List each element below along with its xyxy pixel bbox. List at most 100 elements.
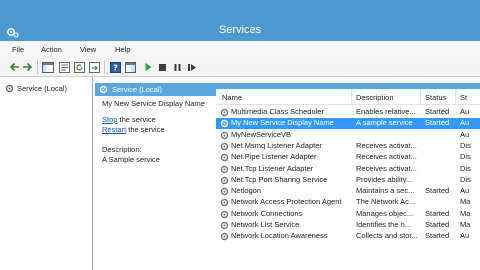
- service-row[interactable]: Network List Service Identifies the n... S…: [216, 220, 480, 231]
- service-startup-type: Au: [460, 107, 470, 116]
- forward-arrow-icon[interactable]: [21, 61, 33, 73]
- service-status: Started: [425, 208, 450, 218]
- service-startup-type: Ma: [460, 220, 471, 229]
- service-description: Maintains a sec...: [356, 186, 415, 196]
- service-description: Receives activat...: [356, 140, 417, 150]
- service-row[interactable]: Network Connections Manages objec... Start…: [216, 209, 480, 220]
- column-divider[interactable]: [455, 89, 456, 105]
- service-gear-icon: [220, 221, 229, 230]
- service-status: Started: [425, 231, 450, 241]
- service-status: Started: [425, 118, 450, 128]
- restart-icon[interactable]: [186, 61, 198, 73]
- services-list: Name Description Status St Multimedia Cl…: [216, 89, 480, 270]
- service-gear-icon: [220, 233, 229, 241]
- service-gear-icon: [220, 187, 229, 196]
- service-startup-type: Au: [460, 186, 470, 196]
- tree-node-label: Service (Local): [17, 83, 68, 93]
- service-gear-icon: [220, 120, 229, 128]
- service-name: My New Service Display Name: [231, 118, 334, 128]
- show-action-pane-icon[interactable]: [124, 61, 136, 73]
- service-name: Net.Msmq Listener Adapter: [231, 140, 322, 150]
- service-gear-icon: [220, 108, 229, 117]
- description-label: Description:: [102, 145, 142, 154]
- service-row[interactable]: Net.Tcp Listener Adapter Receives activat…: [216, 164, 480, 175]
- window-title: Services: [218, 24, 262, 36]
- stop-icon[interactable]: [156, 61, 168, 73]
- selected-service-name: My New Service Display Name: [102, 99, 205, 108]
- service-row[interactable]: Net.Pipe Listener Adapter Receives activa…: [216, 152, 480, 163]
- service-name: Net.Tcp Listener Adapter: [231, 163, 314, 173]
- restart-service-link[interactable]: Restart: [102, 125, 126, 134]
- column-divider[interactable]: [420, 89, 421, 105]
- service-name: Network Location Awareness: [231, 231, 328, 241]
- column-header-status[interactable]: Status: [425, 93, 446, 102]
- export-list-icon[interactable]: [88, 61, 100, 73]
- title-bar: Services: [0, 0, 480, 41]
- service-status: Started: [425, 107, 450, 116]
- stop-service-text: the service: [117, 115, 156, 124]
- stop-service-link[interactable]: Stop: [102, 115, 117, 124]
- restart-service-row: Restart the service: [102, 125, 214, 135]
- service-gear-icon: [220, 199, 229, 207]
- service-row[interactable]: Netlogon Maintains a sec... Started Au: [216, 186, 480, 197]
- menu-file[interactable]: File: [12, 45, 24, 54]
- service-row[interactable]: Net.Tcp Port Sharing Service Provides abi…: [216, 175, 480, 186]
- toolbar-separator: [104, 60, 105, 74]
- service-status: Started: [425, 220, 450, 229]
- play-icon[interactable]: [142, 61, 154, 73]
- service-name: Netlogon: [231, 186, 262, 196]
- service-description: Provides ability...: [356, 174, 413, 184]
- service-name: MyNewServiceVB: [231, 129, 292, 139]
- service-row[interactable]: My New Service Display Name A sample serv…: [216, 118, 480, 129]
- service-startup-type: Au: [460, 118, 470, 128]
- service-description: Manages objec...: [356, 208, 414, 218]
- service-row[interactable]: MyNewServiceVB Au: [216, 130, 480, 141]
- service-row[interactable]: Network Location Awareness Collects and s…: [216, 231, 480, 242]
- service-row[interactable]: Net.Msmq Listener Adapter Receives activa…: [216, 141, 480, 152]
- service-gear-icon: [220, 131, 229, 139]
- help-icon[interactable]: ?: [109, 61, 121, 73]
- service-row[interactable]: Multimedia Class Scheduler Enables relati…: [216, 107, 480, 118]
- back-arrow-icon[interactable]: [8, 61, 20, 73]
- service-startup-type: Ma: [460, 197, 471, 207]
- column-divider[interactable]: [351, 89, 352, 105]
- menu-help[interactable]: Help: [115, 45, 130, 54]
- pause-icon[interactable]: [171, 61, 183, 73]
- pane-header-label: Service (Local): [112, 85, 163, 94]
- service-description-panel: My New Service Display Name Stop the ser…: [102, 99, 214, 165]
- service-gear-icon: [220, 210, 229, 218]
- toolbar: ?: [0, 57, 480, 77]
- service-description: A sample service: [356, 118, 413, 128]
- service-startup-type: Au: [460, 129, 470, 139]
- column-header-startup-type[interactable]: St: [460, 93, 467, 102]
- service-name: Network List Service: [231, 220, 300, 229]
- menu-view[interactable]: View: [80, 45, 96, 54]
- tree-node-services-local[interactable]: Service (Local): [5, 82, 67, 94]
- service-description: Collects and stor...: [356, 231, 418, 241]
- service-startup-type: Ma: [460, 208, 471, 218]
- service-row[interactable]: Network Access Protection Agent The Netwo…: [216, 197, 480, 208]
- stop-service-row: Stop the service: [102, 115, 214, 125]
- service-gear-icon: [220, 142, 229, 151]
- service-name: Net.Tcp Port Sharing Service: [231, 174, 328, 184]
- menu-action[interactable]: Action: [41, 45, 62, 54]
- console-tree-pane: Service (Local): [0, 77, 93, 270]
- service-description: Enables relative...: [356, 107, 416, 116]
- service-gear-icon: [220, 165, 229, 173]
- service-name: Net.Pipe Listener Adapter: [231, 152, 317, 162]
- restart-service-text: the service: [126, 125, 165, 134]
- service-startup-type: Dis: [460, 174, 471, 184]
- properties-icon[interactable]: [58, 61, 70, 73]
- details-pane: Service (Local) My New Service Display N…: [95, 77, 480, 270]
- column-header-name[interactable]: Name: [222, 93, 242, 102]
- service-description: The Network Ac...: [356, 197, 416, 207]
- console-tree-icon[interactable]: [42, 61, 54, 73]
- service-description: Identifies the n...: [356, 220, 412, 229]
- refresh-icon[interactable]: [73, 61, 85, 73]
- service-startup-type: Dis: [460, 152, 471, 162]
- service-name: Network Access Protection Agent: [231, 197, 342, 207]
- menu-bar: File Action View Help: [0, 41, 480, 57]
- service-status: Started: [425, 186, 450, 196]
- svg-text:?: ?: [113, 63, 118, 72]
- column-header-description[interactable]: Description: [356, 93, 394, 102]
